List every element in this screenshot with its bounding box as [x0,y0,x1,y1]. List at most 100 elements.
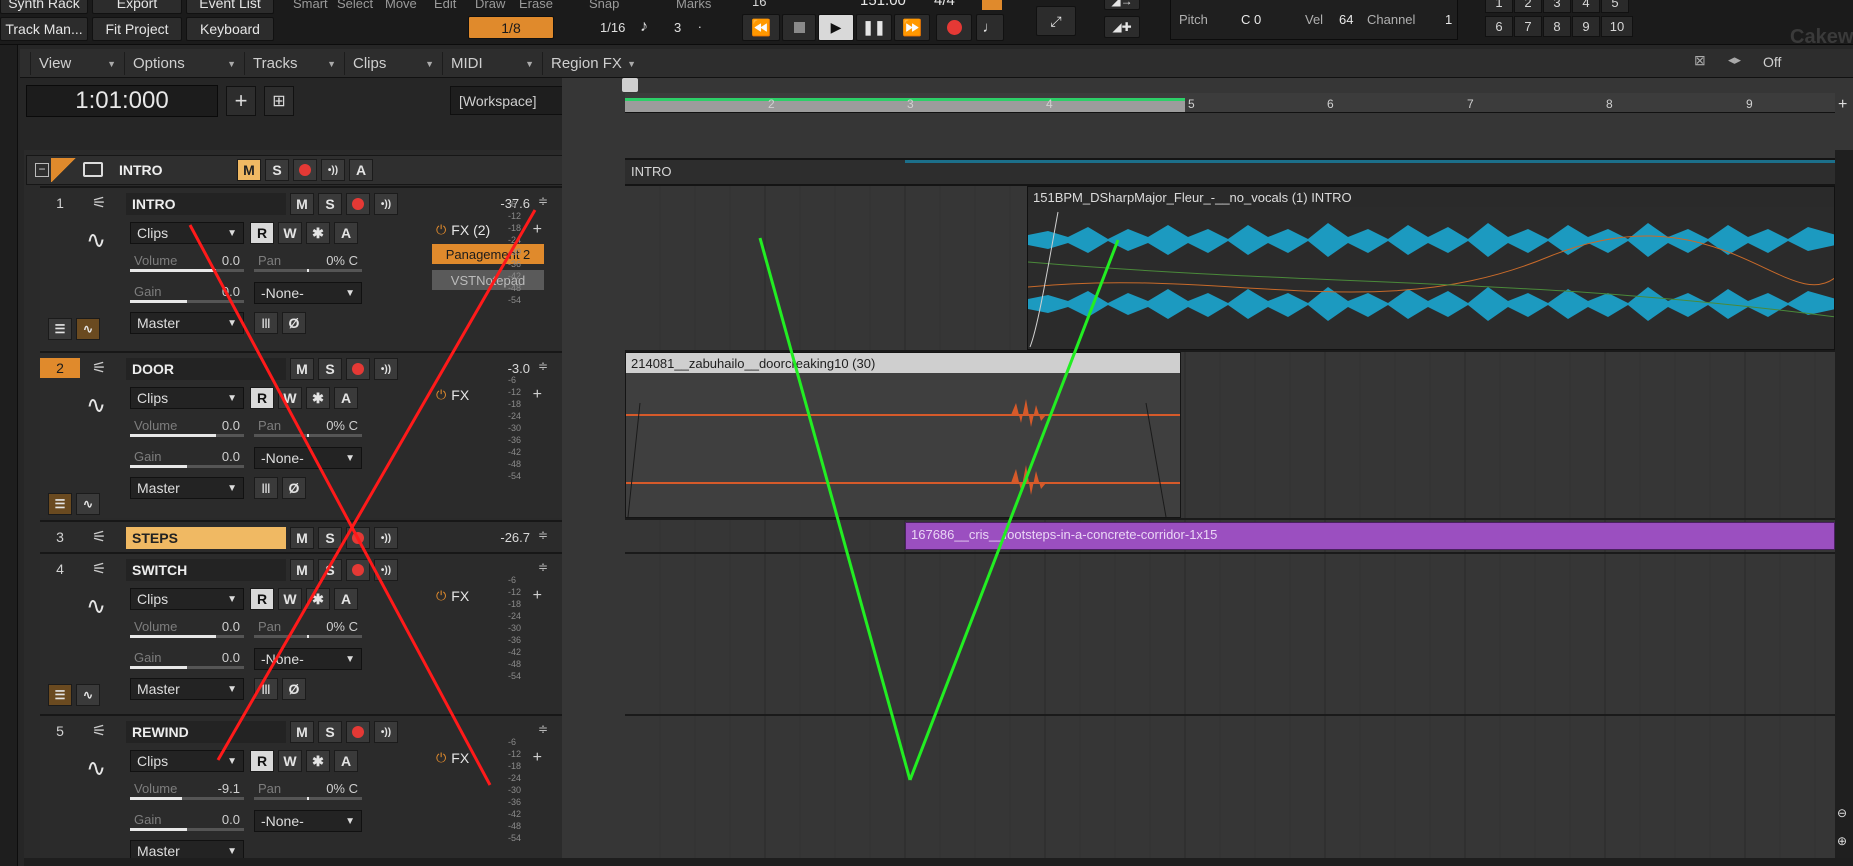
input-dropdown[interactable]: Clips ▼ [130,222,244,244]
pan-slider[interactable]: Pan 0% C [254,252,362,272]
horizontal-scrollbar[interactable] [24,858,1853,866]
vel-value[interactable]: 64 [1339,12,1353,27]
track-menu-icon[interactable]: ≑ [538,722,548,736]
write-automation-button[interactable]: W [278,387,302,409]
input-echo-button[interactable]: •)) [374,559,398,581]
folder-track[interactable]: − INTRO M S •)) A ≑ [26,155,594,185]
track-menu-icon[interactable]: ≑ [538,359,548,373]
fast-forward-button[interactable]: ⏩ [894,14,930,41]
event-list-button[interactable]: Event List [186,0,274,14]
automation-lane-icon[interactable]: ∿ [76,493,100,515]
track-menu-icon[interactable]: ≑ [538,560,548,574]
sidechain-dropdown[interactable]: -None- ▼ [254,648,362,670]
phase-icon[interactable]: Ø [282,312,306,334]
read-automation-button[interactable]: R [250,750,274,772]
play-button[interactable]: ▶ [818,14,854,41]
collapse-icon[interactable]: − [35,163,49,177]
menu-options[interactable]: Options ▼ [124,52,242,75]
automation-lane-icon[interactable]: ∿ [76,318,100,340]
record-arm-button[interactable] [346,527,370,549]
now-marker-icon[interactable] [622,78,638,92]
folder-clip-lane[interactable]: INTRO [625,158,1835,186]
channel-value[interactable]: 1 [1445,12,1452,27]
freeze-icon[interactable]: ✱ [306,387,330,409]
phase-icon[interactable]: Ø [282,678,306,700]
off-label[interactable]: Off [1763,54,1781,70]
power-icon[interactable]: ⏻ [436,750,446,766]
mute-button[interactable]: M [290,559,314,581]
track-settings-icon[interactable]: ⚟ [92,193,106,213]
read-automation-button[interactable]: R [250,387,274,409]
mute-button[interactable]: M [290,358,314,380]
tool-edit[interactable]: Edit [434,0,456,11]
screenset-2[interactable]: 2 [1514,0,1542,13]
track-name[interactable]: DOOR [126,358,286,380]
pan-slider[interactable]: Pan 0% C [254,618,362,638]
volume-slider[interactable]: Volume 0.0 [130,618,244,638]
screenset-3[interactable]: 3 [1543,0,1571,13]
grid-tool-icon[interactable]: ◢✚ [1104,16,1140,38]
archive-button[interactable]: A [334,387,358,409]
zoom-out-icon[interactable]: ⊖ [1837,806,1847,820]
screenset-10[interactable]: 10 [1601,16,1633,37]
mute-button[interactable]: M [290,193,314,215]
track-controls-icon[interactable]: ☰ [48,318,72,340]
freeze-icon[interactable]: ✱ [306,222,330,244]
menu-midi[interactable]: MIDI ▼ [442,52,540,75]
folder-archive-button[interactable]: A [349,159,373,181]
input-echo-button[interactable]: •)) [374,358,398,380]
metronome-icon[interactable]: ♩ [976,14,1004,41]
screenset-5[interactable]: 5 [1601,0,1629,13]
automation-lane-icon[interactable]: ∿ [76,684,100,706]
solo-button[interactable]: S [318,721,342,743]
tool-erase[interactable]: Erase [519,0,553,11]
interleave-icon[interactable]: ||| [254,678,278,700]
mute-button[interactable]: M [290,721,314,743]
track-settings-icon[interactable]: ⚟ [92,527,106,547]
tempo-value[interactable]: 151.00 [860,0,906,9]
read-automation-button[interactable]: R [250,222,274,244]
screenset-7[interactable]: 7 [1514,16,1542,37]
split-arrows-icon[interactable]: ◂▸ [1728,52,1756,74]
envelope-icon[interactable]: ⊠ [1694,52,1724,74]
track-manager-button[interactable]: Track Man... [0,17,88,41]
output-dropdown[interactable]: Master ▼ [130,312,244,334]
dot-icon[interactable]: . [698,16,702,31]
synth-rack-button[interactable]: Synth Rack [0,0,88,14]
track-settings-icon[interactable]: ⚟ [92,559,106,579]
record-arm-button[interactable] [346,358,370,380]
input-dropdown[interactable]: Clips ▼ [130,750,244,772]
input-echo-button[interactable]: •)) [374,193,398,215]
sidechain-dropdown[interactable]: -None- ▼ [254,447,362,469]
archive-button[interactable]: A [334,750,358,772]
screenset-8[interactable]: 8 [1543,16,1571,37]
menu-view[interactable]: View ▼ [30,52,122,75]
solo-button[interactable]: S [318,358,342,380]
loop-region[interactable] [625,98,1185,112]
screenset-9[interactable]: 9 [1572,16,1600,37]
input-echo-button[interactable]: •)) [374,721,398,743]
gain-slider[interactable]: Gain 0.0 [130,283,244,303]
snap-number[interactable]: 3 [674,20,681,35]
write-automation-button[interactable]: W [278,222,302,244]
volume-slider[interactable]: Volume 0.0 [130,417,244,437]
clip-steps[interactable]: 167686__cris__footsteps-in-a-concrete-co… [905,522,1835,550]
folder-solo-button[interactable]: S [265,159,289,181]
input-dropdown[interactable]: Clips ▼ [130,387,244,409]
screenset-4[interactable]: 4 [1572,0,1600,13]
track-name[interactable]: INTRO [126,193,286,215]
interleave-icon[interactable]: ||| [254,477,278,499]
tool-select[interactable]: Select [337,0,373,11]
fit-project-button[interactable]: Fit Project [92,17,182,41]
menu-region-fx[interactable]: Region FX ▼ [542,52,642,75]
add-track-button[interactable]: + [226,86,256,116]
tool-move[interactable]: Move [385,0,417,11]
folder-echo-button[interactable]: •)) [321,159,345,181]
track-controls-icon[interactable]: ☰ [48,493,72,515]
screenset-6[interactable]: 6 [1485,16,1513,37]
record-button[interactable] [936,14,972,41]
archive-button[interactable]: A [334,222,358,244]
export-button[interactable]: Export [92,0,182,14]
interleave-icon[interactable]: ||| [254,312,278,334]
note-icon[interactable]: ♪ [640,18,648,36]
